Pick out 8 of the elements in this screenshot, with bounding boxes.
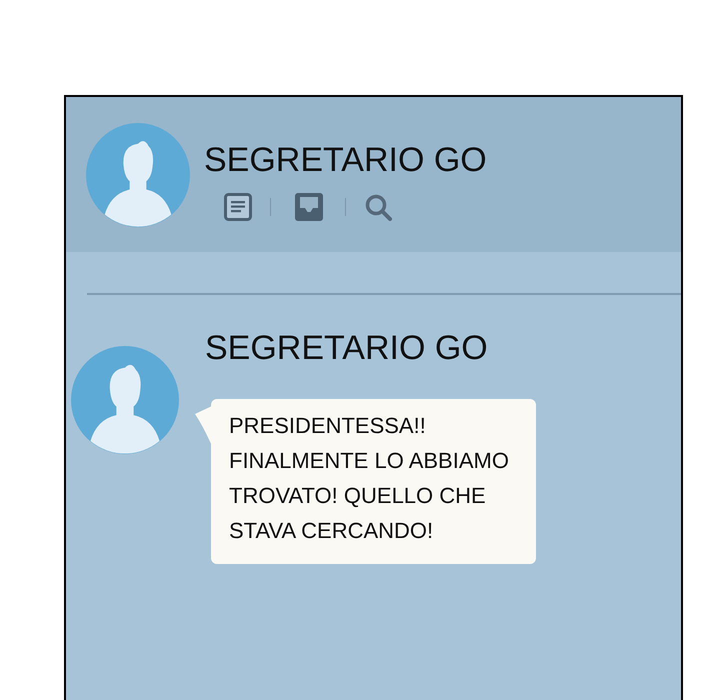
avatar-icon xyxy=(86,123,190,227)
message-text: PRESIDENTESSA!! FINALMENTE LO ABBIAMO TROVATO! QUELLO CHE STAVA CERCANDO! xyxy=(229,412,510,544)
avatar-icon xyxy=(71,346,179,454)
search-icon[interactable] xyxy=(365,194,392,220)
sender-name: SEGRETARIO GO xyxy=(205,328,488,368)
contact-name: SEGRETARIO GO xyxy=(204,140,487,180)
document-icon[interactable] xyxy=(224,193,252,221)
inbox-icon[interactable] xyxy=(295,193,323,221)
